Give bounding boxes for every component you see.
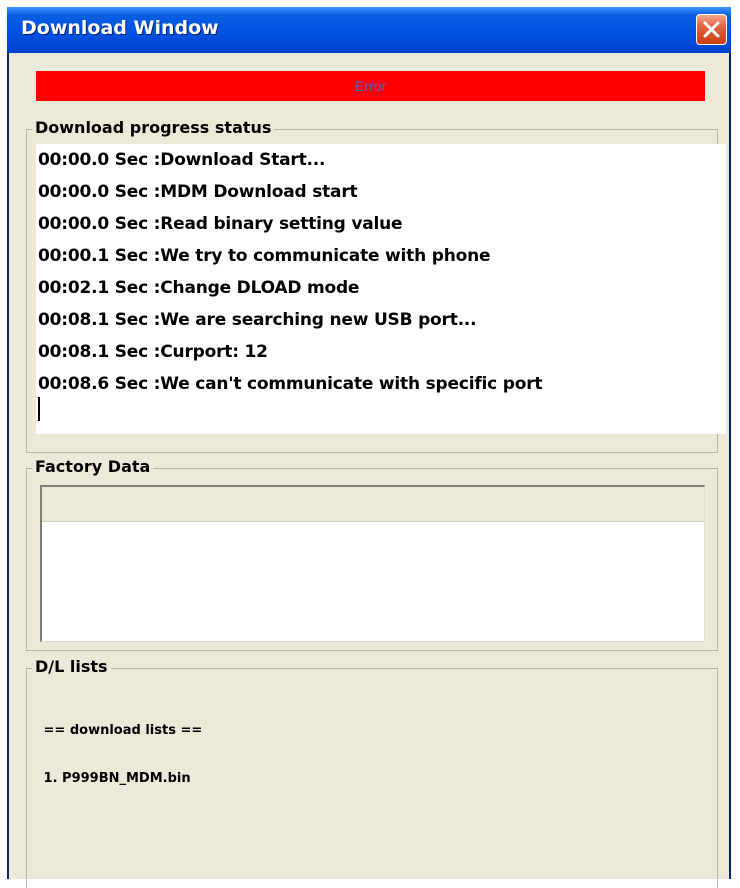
log-line: 00:02.1 Sec :Change DLOAD mode <box>38 278 360 298</box>
download-window: Download Window Error Download progress … <box>7 7 731 888</box>
log-line: 00:00.0 Sec :Download Start... <box>38 150 326 170</box>
download-progress-group: Download progress status 00:00.0 Sec :Do… <box>26 118 726 453</box>
group-label-factory: Factory Data <box>32 457 154 476</box>
dl-list-item: 1. P999BN_MDM.bin <box>39 771 191 786</box>
log-line: 00:00.0 Sec :Read binary setting value <box>38 214 403 234</box>
factory-data-list[interactable] <box>40 485 705 642</box>
dl-list-header: == download lists == <box>39 723 203 738</box>
log-line: 00:08.1 Sec :Curport: 12 <box>38 342 268 362</box>
group-label-progress: Download progress status <box>32 118 275 137</box>
window-title: Download Window <box>21 17 219 39</box>
text-caret <box>38 397 40 421</box>
log-line: 00:08.1 Sec :We are searching new USB po… <box>38 310 477 330</box>
log-line: 00:08.6 Sec :We can't communicate with s… <box>38 374 543 394</box>
log-line: 00:00.0 Sec :MDM Download start <box>38 182 358 202</box>
dl-lists-content: == download lists == 1. P999BN_MDM.bin <box>39 691 203 819</box>
dl-lists-group: D/L lists == download lists == 1. P999BN… <box>26 657 718 888</box>
close-icon <box>703 21 720 38</box>
log-line: 00:00.1 Sec :We try to communicate with … <box>38 246 491 266</box>
group-label-dl-lists: D/L lists <box>32 657 111 676</box>
title-bar[interactable]: Download Window <box>7 7 731 53</box>
close-button[interactable] <box>696 14 727 45</box>
factory-data-group: Factory Data <box>26 457 718 651</box>
factory-list-header <box>42 487 704 522</box>
progress-log[interactable]: 00:00.0 Sec :Download Start... 00:00.0 S… <box>36 144 726 434</box>
status-bar-error: Error <box>36 71 705 101</box>
